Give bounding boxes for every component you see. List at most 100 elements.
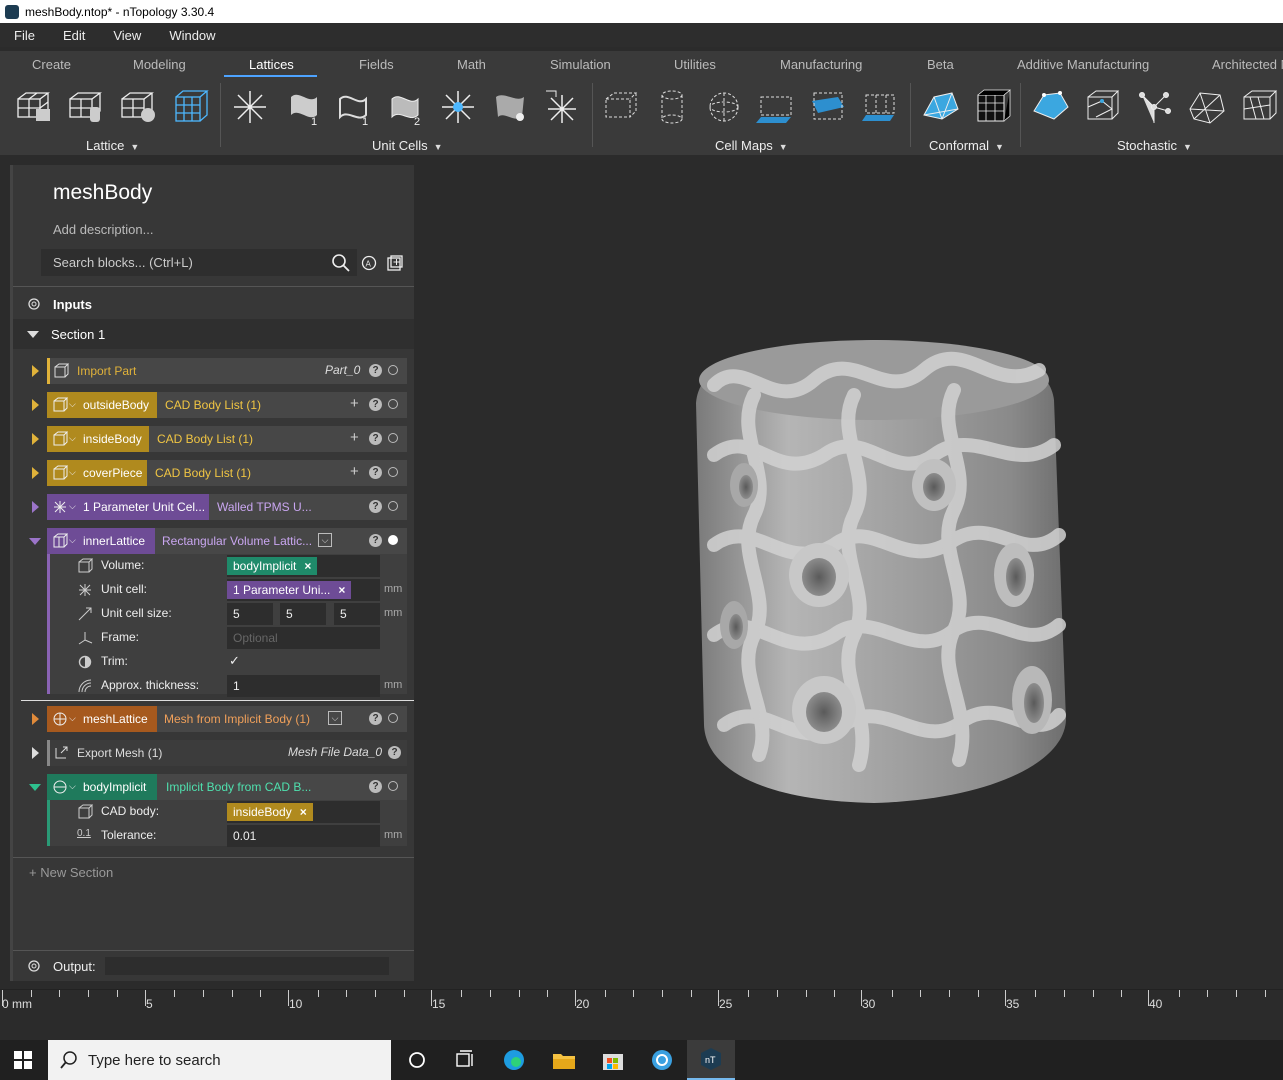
3d-viewport[interactable] bbox=[414, 155, 1283, 989]
strut-cell-icon[interactable] bbox=[230, 87, 270, 127]
inputs-header[interactable]: Inputs bbox=[13, 289, 415, 319]
block-inside-body[interactable]: ⌵ insideBody CAD Body List (1) + ? bbox=[47, 426, 407, 452]
trim-checkbox[interactable]: ✓ bbox=[229, 653, 240, 669]
chevron-down-icon[interactable]: ⌵ bbox=[69, 535, 76, 546]
chevron-down-icon[interactable]: ⌵ bbox=[69, 781, 76, 792]
edge-browser-icon[interactable] bbox=[501, 1048, 527, 1072]
conformal-volume-icon[interactable] bbox=[972, 87, 1012, 127]
expand-inside-body[interactable] bbox=[29, 426, 41, 452]
unit-cell-field[interactable]: 1 Parameter Uni... × bbox=[227, 579, 380, 601]
tab-architected[interactable]: Architected M bbox=[1212, 57, 1283, 72]
unit-cell-chip[interactable]: 1 Parameter Uni... × bbox=[227, 581, 352, 599]
tab-math[interactable]: Math bbox=[457, 57, 486, 72]
chevron-down-icon[interactable]: ⌵ bbox=[69, 467, 76, 478]
tab-utilities[interactable]: Utilities bbox=[674, 57, 716, 72]
add-item-icon[interactable]: + bbox=[350, 395, 359, 412]
tab-create[interactable]: Create bbox=[32, 57, 71, 72]
tab-fields[interactable]: Fields bbox=[359, 57, 394, 72]
tpms-cell-1-icon[interactable]: 1 bbox=[283, 87, 323, 127]
chevron-down-icon[interactable]: ⌵ bbox=[69, 713, 76, 724]
windows-start-icon[interactable] bbox=[14, 1051, 32, 1072]
visibility-toggle[interactable] bbox=[388, 781, 398, 791]
expand-import-part[interactable] bbox=[29, 358, 41, 384]
lattice-cylinder-icon[interactable] bbox=[66, 87, 106, 127]
size-x-field[interactable]: 5 bbox=[227, 603, 273, 625]
add-block-icon[interactable] bbox=[387, 255, 403, 274]
help-icon[interactable]: ? bbox=[369, 432, 382, 445]
volume-field[interactable]: bodyImplicit × bbox=[227, 555, 380, 577]
menu-file[interactable]: File bbox=[0, 28, 49, 43]
cad-body-field[interactable]: insideBody × bbox=[227, 801, 380, 823]
cell-map-grid-icon[interactable] bbox=[860, 87, 900, 127]
app-circle-icon[interactable] bbox=[649, 1048, 675, 1072]
voronoi-volume-icon[interactable] bbox=[1186, 87, 1226, 127]
overload-dropdown[interactable]: ⌵ bbox=[318, 533, 332, 547]
block-cover-piece[interactable]: ⌵ coverPiece CAD Body List (1) + ? bbox=[47, 460, 407, 486]
volume-chip[interactable]: bodyImplicit × bbox=[227, 557, 318, 575]
visibility-toggle[interactable] bbox=[388, 433, 398, 443]
help-icon[interactable]: ? bbox=[369, 534, 382, 547]
menu-edit[interactable]: Edit bbox=[49, 28, 99, 43]
help-icon[interactable]: ? bbox=[369, 466, 382, 479]
cell-map-surface-icon[interactable] bbox=[756, 87, 796, 127]
stochastic-surface-icon[interactable] bbox=[1030, 87, 1070, 127]
stochastic-points-icon[interactable] bbox=[1134, 87, 1174, 127]
block-export-mesh[interactable]: Export Mesh (1) Mesh File Data_0 ? bbox=[47, 740, 407, 766]
visibility-toggle[interactable] bbox=[388, 713, 398, 723]
visibility-toggle[interactable] bbox=[388, 365, 398, 375]
size-z-field[interactable]: 5 bbox=[334, 603, 380, 625]
help-icon[interactable]: ? bbox=[369, 712, 382, 725]
new-section-button[interactable]: + New Section bbox=[29, 865, 113, 880]
cad-body-chip[interactable]: insideBody × bbox=[227, 803, 313, 821]
stochastic-volume-icon[interactable] bbox=[1082, 87, 1122, 127]
description-field[interactable]: Add description... bbox=[53, 222, 153, 237]
custom-cell-icon[interactable] bbox=[438, 87, 478, 127]
size-y-field[interactable]: 5 bbox=[280, 603, 326, 625]
cell-map-mesh-icon[interactable] bbox=[808, 87, 848, 127]
lattice-blue-icon[interactable] bbox=[170, 87, 210, 127]
help-icon[interactable]: ? bbox=[388, 746, 401, 759]
block-body-implicit[interactable]: ⌵ bodyImplicit Implicit Body from CAD B.… bbox=[47, 774, 407, 800]
graph-cell-icon[interactable] bbox=[490, 87, 530, 127]
chevron-down-icon[interactable]: ⌵ bbox=[69, 399, 76, 410]
tab-modeling[interactable]: Modeling bbox=[133, 57, 186, 72]
help-icon[interactable]: ? bbox=[369, 398, 382, 411]
menu-view[interactable]: View bbox=[99, 28, 155, 43]
add-item-icon[interactable]: + bbox=[350, 463, 359, 480]
help-icon[interactable]: ? bbox=[369, 780, 382, 793]
tab-manufacturing[interactable]: Manufacturing bbox=[780, 57, 862, 72]
help-icon[interactable]: ? bbox=[369, 500, 382, 513]
collapse-triangle-icon[interactable] bbox=[27, 330, 39, 338]
group-cell-maps[interactable]: Cell Maps ▼ bbox=[715, 138, 788, 153]
remove-icon[interactable]: × bbox=[338, 583, 345, 597]
menu-window[interactable]: Window bbox=[155, 28, 229, 43]
file-explorer-icon[interactable] bbox=[551, 1048, 577, 1072]
visibility-toggle[interactable] bbox=[388, 501, 398, 511]
voronoi-surface-icon[interactable] bbox=[1238, 87, 1278, 127]
ai-assist-icon[interactable]: A bbox=[361, 255, 377, 274]
help-icon[interactable]: ? bbox=[369, 364, 382, 377]
block-inner-lattice[interactable]: ⌵ innerLattice Rectangular Volume Lattic… bbox=[47, 528, 407, 554]
lattice-box-icon[interactable] bbox=[14, 87, 54, 127]
tab-lattices[interactable]: Lattices bbox=[249, 57, 294, 72]
collapse-inner-lattice[interactable] bbox=[29, 528, 41, 554]
cell-edit-icon[interactable] bbox=[542, 87, 582, 127]
taskbar-search-input[interactable]: Type here to search bbox=[48, 1040, 391, 1080]
remove-icon[interactable]: × bbox=[304, 559, 311, 573]
output-field[interactable] bbox=[105, 957, 389, 975]
task-view-icon[interactable] bbox=[452, 1048, 478, 1072]
remove-icon[interactable]: × bbox=[300, 805, 307, 819]
expand-cover-piece[interactable] bbox=[29, 460, 41, 486]
group-stochastic[interactable]: Stochastic ▼ bbox=[1117, 138, 1192, 153]
thickness-field[interactable]: 1 bbox=[227, 675, 380, 697]
group-conformal[interactable]: Conformal ▼ bbox=[929, 138, 1004, 153]
expand-export-mesh[interactable] bbox=[29, 740, 41, 766]
frame-field[interactable]: Optional bbox=[227, 627, 380, 649]
lattice-sphere-icon[interactable] bbox=[118, 87, 158, 127]
tolerance-field[interactable]: 0.01 bbox=[227, 825, 380, 847]
search-icon[interactable] bbox=[332, 254, 350, 275]
tab-simulation[interactable]: Simulation bbox=[550, 57, 611, 72]
collapse-body-implicit[interactable] bbox=[29, 774, 41, 800]
block-search-input[interactable]: Search blocks... (Ctrl+L) bbox=[41, 249, 357, 276]
tab-additive-manufacturing[interactable]: Additive Manufacturing bbox=[1017, 57, 1149, 72]
